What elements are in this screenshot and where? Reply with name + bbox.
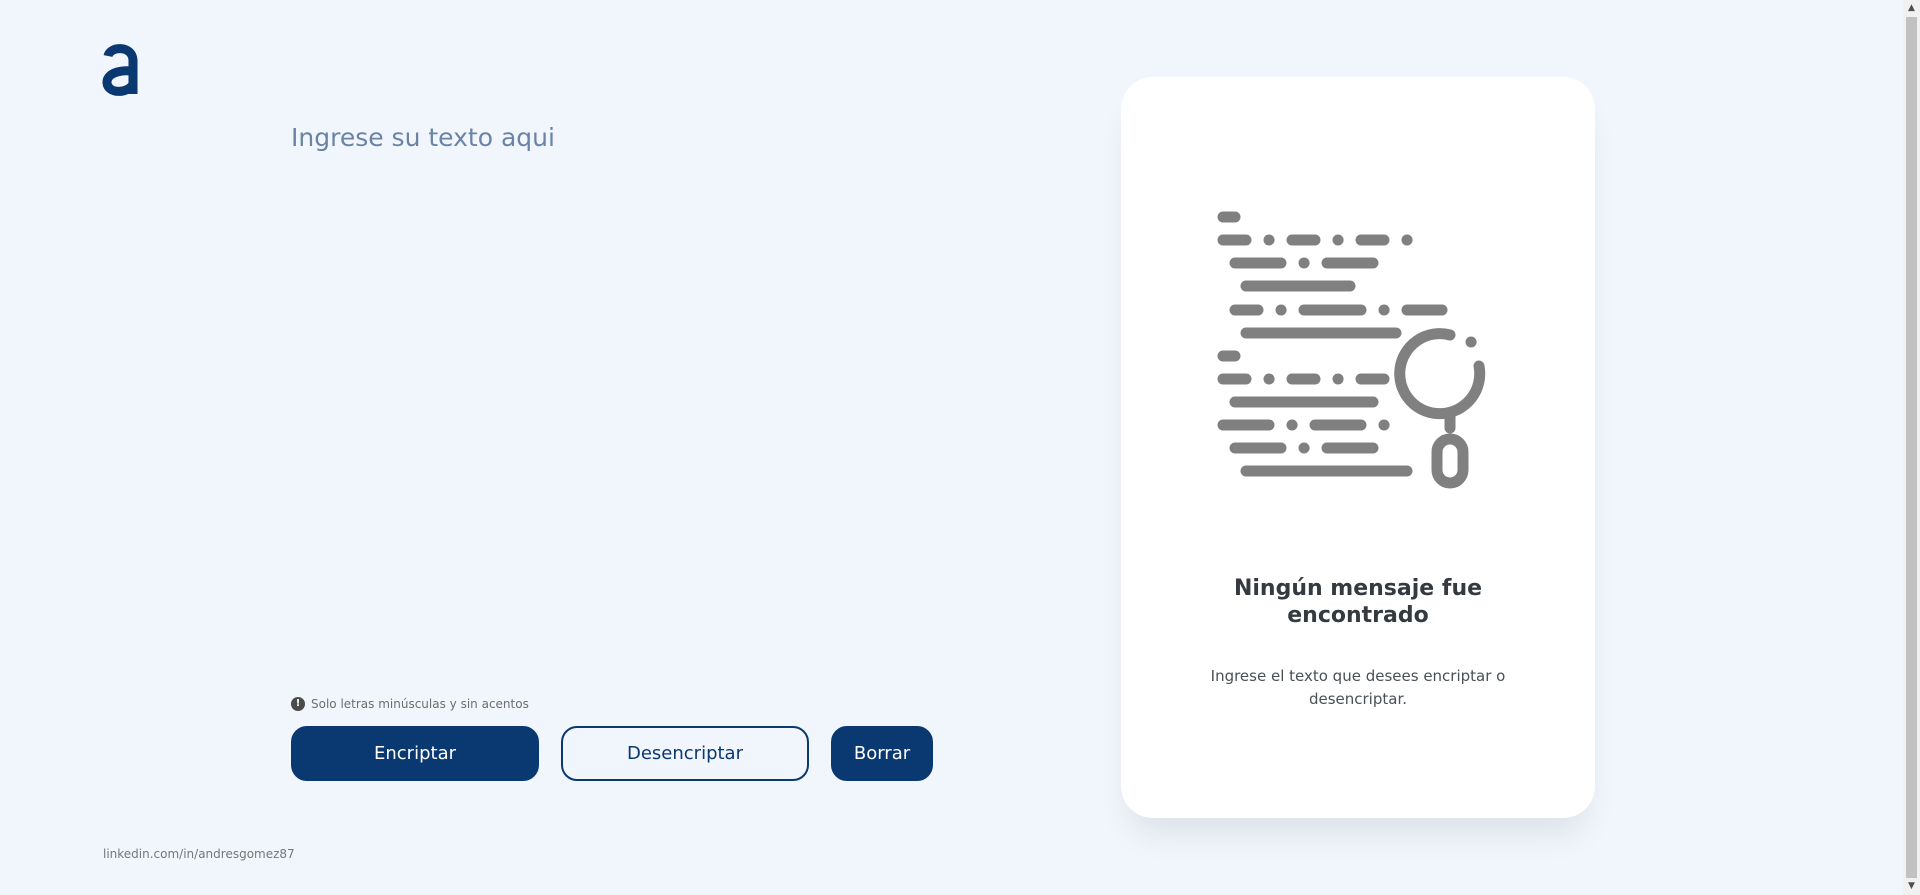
result-title: Ningún mensaje fue encontrado [1233,576,1483,628]
scroll-thumb[interactable] [1906,17,1917,878]
alura-logo-icon [102,44,138,96]
page-scrollbar[interactable]: ▲ ▼ [1903,0,1920,895]
logo [100,40,140,96]
message-input[interactable] [291,120,931,660]
input-hint: ! Solo letras minúsculas y sin acentos [291,697,529,711]
clear-button[interactable]: Borrar [831,726,933,781]
decrypt-button[interactable]: Desencriptar [561,726,809,781]
hint-text: Solo letras minúsculas y sin acentos [311,697,529,711]
page: ! Solo letras minúsculas y sin acentos E… [0,0,1920,895]
linkedin-link[interactable]: linkedin.com/in/andresgomez87 [103,847,295,861]
result-panel: Ningún mensaje fue encontrado Ingrese el… [1121,77,1595,818]
scroll-up-icon[interactable]: ▲ [1903,0,1920,17]
encrypt-button[interactable]: Encriptar [291,726,539,781]
scroll-down-icon[interactable]: ▼ [1903,878,1920,895]
document-magnifier-icon [1217,211,1507,581]
exclamation-circle-icon: ! [291,697,305,711]
result-text: Ingrese el texto que desees encriptar o … [1210,667,1506,708]
